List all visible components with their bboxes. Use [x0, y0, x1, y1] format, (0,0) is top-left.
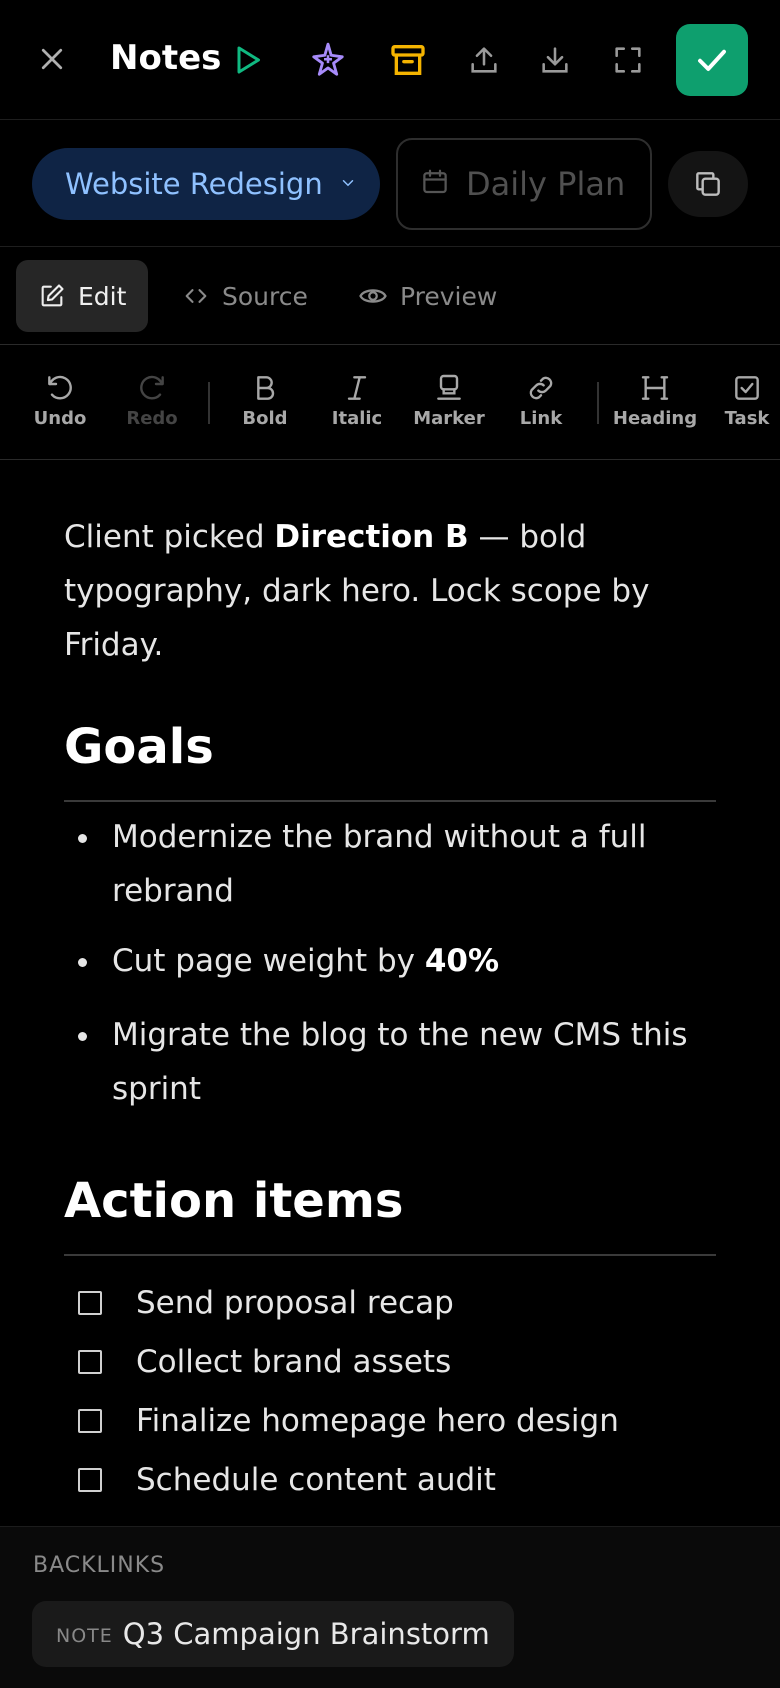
backlink-chip[interactable]: NOTE Q3 Campaign Brainstorm — [32, 1601, 514, 1667]
list-item-text: Cut page weight by — [112, 943, 425, 979]
fullscreen-icon[interactable] — [605, 37, 651, 83]
task-checkbox[interactable] — [78, 1291, 102, 1315]
list-item-bold-text: 40% — [424, 943, 500, 979]
heading-label: Heading — [612, 408, 698, 429]
task-label: Task — [724, 408, 770, 429]
goals-heading: Goals — [64, 710, 716, 802]
list-item: Migrate the blog to the new CMS this spr… — [78, 1008, 712, 1116]
list-item-text: Modernize the brand without a full rebra… — [112, 819, 647, 909]
toolbar-divider — [208, 382, 210, 424]
task-button[interactable]: Task — [702, 372, 780, 429]
template-name: Daily Plan — [466, 165, 626, 203]
list-item: Cut page weight by 40% — [78, 934, 712, 988]
task-checkbox[interactable] — [78, 1350, 102, 1374]
sparkle-icon[interactable] — [305, 37, 351, 83]
project-selector[interactable]: Website Redesign — [32, 148, 380, 220]
bold-button[interactable]: Bold — [220, 372, 310, 429]
mode-tabs: Edit Source Preview — [0, 248, 780, 345]
check-icon — [698, 49, 726, 71]
backlink-title: Q3 Campaign Brainstorm — [122, 1617, 490, 1651]
close-icon[interactable] — [30, 37, 74, 81]
undo-button[interactable]: Undo — [15, 372, 105, 429]
task-checkbox[interactable] — [78, 1409, 102, 1433]
redo-icon — [140, 375, 164, 400]
undo-icon — [48, 375, 72, 400]
calendar-icon — [420, 167, 450, 201]
list-item: Modernize the brand without a full rebra… — [78, 810, 712, 918]
link-label: Link — [519, 408, 563, 429]
intro-text: Client picked — [64, 519, 275, 555]
save-check-button[interactable] — [676, 24, 748, 96]
task-item: Schedule content audit — [78, 1455, 718, 1505]
italic-icon — [347, 376, 367, 400]
backlinks-heading: BACKLINKS — [33, 1553, 166, 1578]
list-item-text: Migrate the blog to the new CMS this spr… — [112, 1017, 688, 1107]
redo-button[interactable]: Redo — [107, 372, 197, 429]
heading-icon — [641, 376, 669, 400]
template-field[interactable]: Daily Plan — [396, 138, 652, 230]
italic-label: Italic — [331, 408, 383, 429]
play-icon[interactable] — [225, 37, 271, 83]
task-text: Finalize homepage hero design — [136, 1403, 619, 1439]
copy-button[interactable] — [668, 151, 748, 217]
code-icon — [182, 282, 210, 310]
italic-button[interactable]: Italic — [312, 372, 402, 429]
tab-label: Source — [222, 281, 308, 311]
upload-icon[interactable] — [461, 37, 507, 83]
bold-icon — [257, 376, 275, 400]
checkbox-icon — [735, 376, 759, 400]
tab-preview[interactable]: Preview — [358, 260, 497, 332]
task-item: Finalize homepage hero design — [78, 1396, 718, 1446]
tab-source[interactable]: Source — [182, 260, 308, 332]
task-text: Collect brand assets — [136, 1344, 452, 1380]
undo-label: Undo — [33, 408, 87, 429]
format-toolbar: Undo Redo Bold Italic Marker Link Headin… — [0, 346, 780, 460]
eye-icon — [358, 281, 388, 311]
tab-label: Edit — [78, 281, 127, 311]
bold-label: Bold — [242, 408, 288, 429]
copy-icon — [696, 172, 720, 196]
marker-label: Marker — [413, 408, 485, 429]
task-item: Send proposal recap — [78, 1278, 718, 1328]
download-icon[interactable] — [532, 37, 578, 83]
task-text: Send proposal recap — [136, 1285, 454, 1321]
tab-label: Preview — [400, 281, 498, 311]
chevron-down-icon — [339, 174, 357, 196]
toolbar-divider — [597, 382, 599, 424]
page-title: Notes — [110, 38, 222, 78]
task-item: Collect brand assets — [78, 1337, 718, 1387]
top-bar: Notes — [0, 0, 780, 120]
heading-button[interactable]: Heading — [610, 372, 700, 429]
backlink-kind: NOTE — [56, 1625, 113, 1647]
redo-label: Redo — [126, 408, 178, 429]
link-icon — [529, 376, 553, 400]
action-items-heading: Action items — [64, 1164, 716, 1256]
archive-icon[interactable] — [385, 37, 431, 83]
intro-paragraph: Client picked Direction B — bold typogra… — [64, 510, 704, 672]
link-button[interactable]: Link — [496, 372, 586, 429]
backlinks-panel: BACKLINKS NOTE Q3 Campaign Brainstorm — [0, 1526, 780, 1688]
project-row: Website Redesign Daily Plan — [0, 121, 780, 247]
marker-button[interactable]: Marker — [404, 372, 494, 429]
project-name: Website Redesign — [65, 167, 323, 201]
tab-edit[interactable]: Edit — [16, 260, 149, 332]
intro-bold-text: Direction B — [274, 519, 469, 555]
highlighter-icon — [437, 374, 461, 400]
edit-icon — [38, 282, 66, 310]
task-text: Schedule content audit — [136, 1462, 496, 1498]
task-checkbox[interactable] — [78, 1468, 102, 1492]
